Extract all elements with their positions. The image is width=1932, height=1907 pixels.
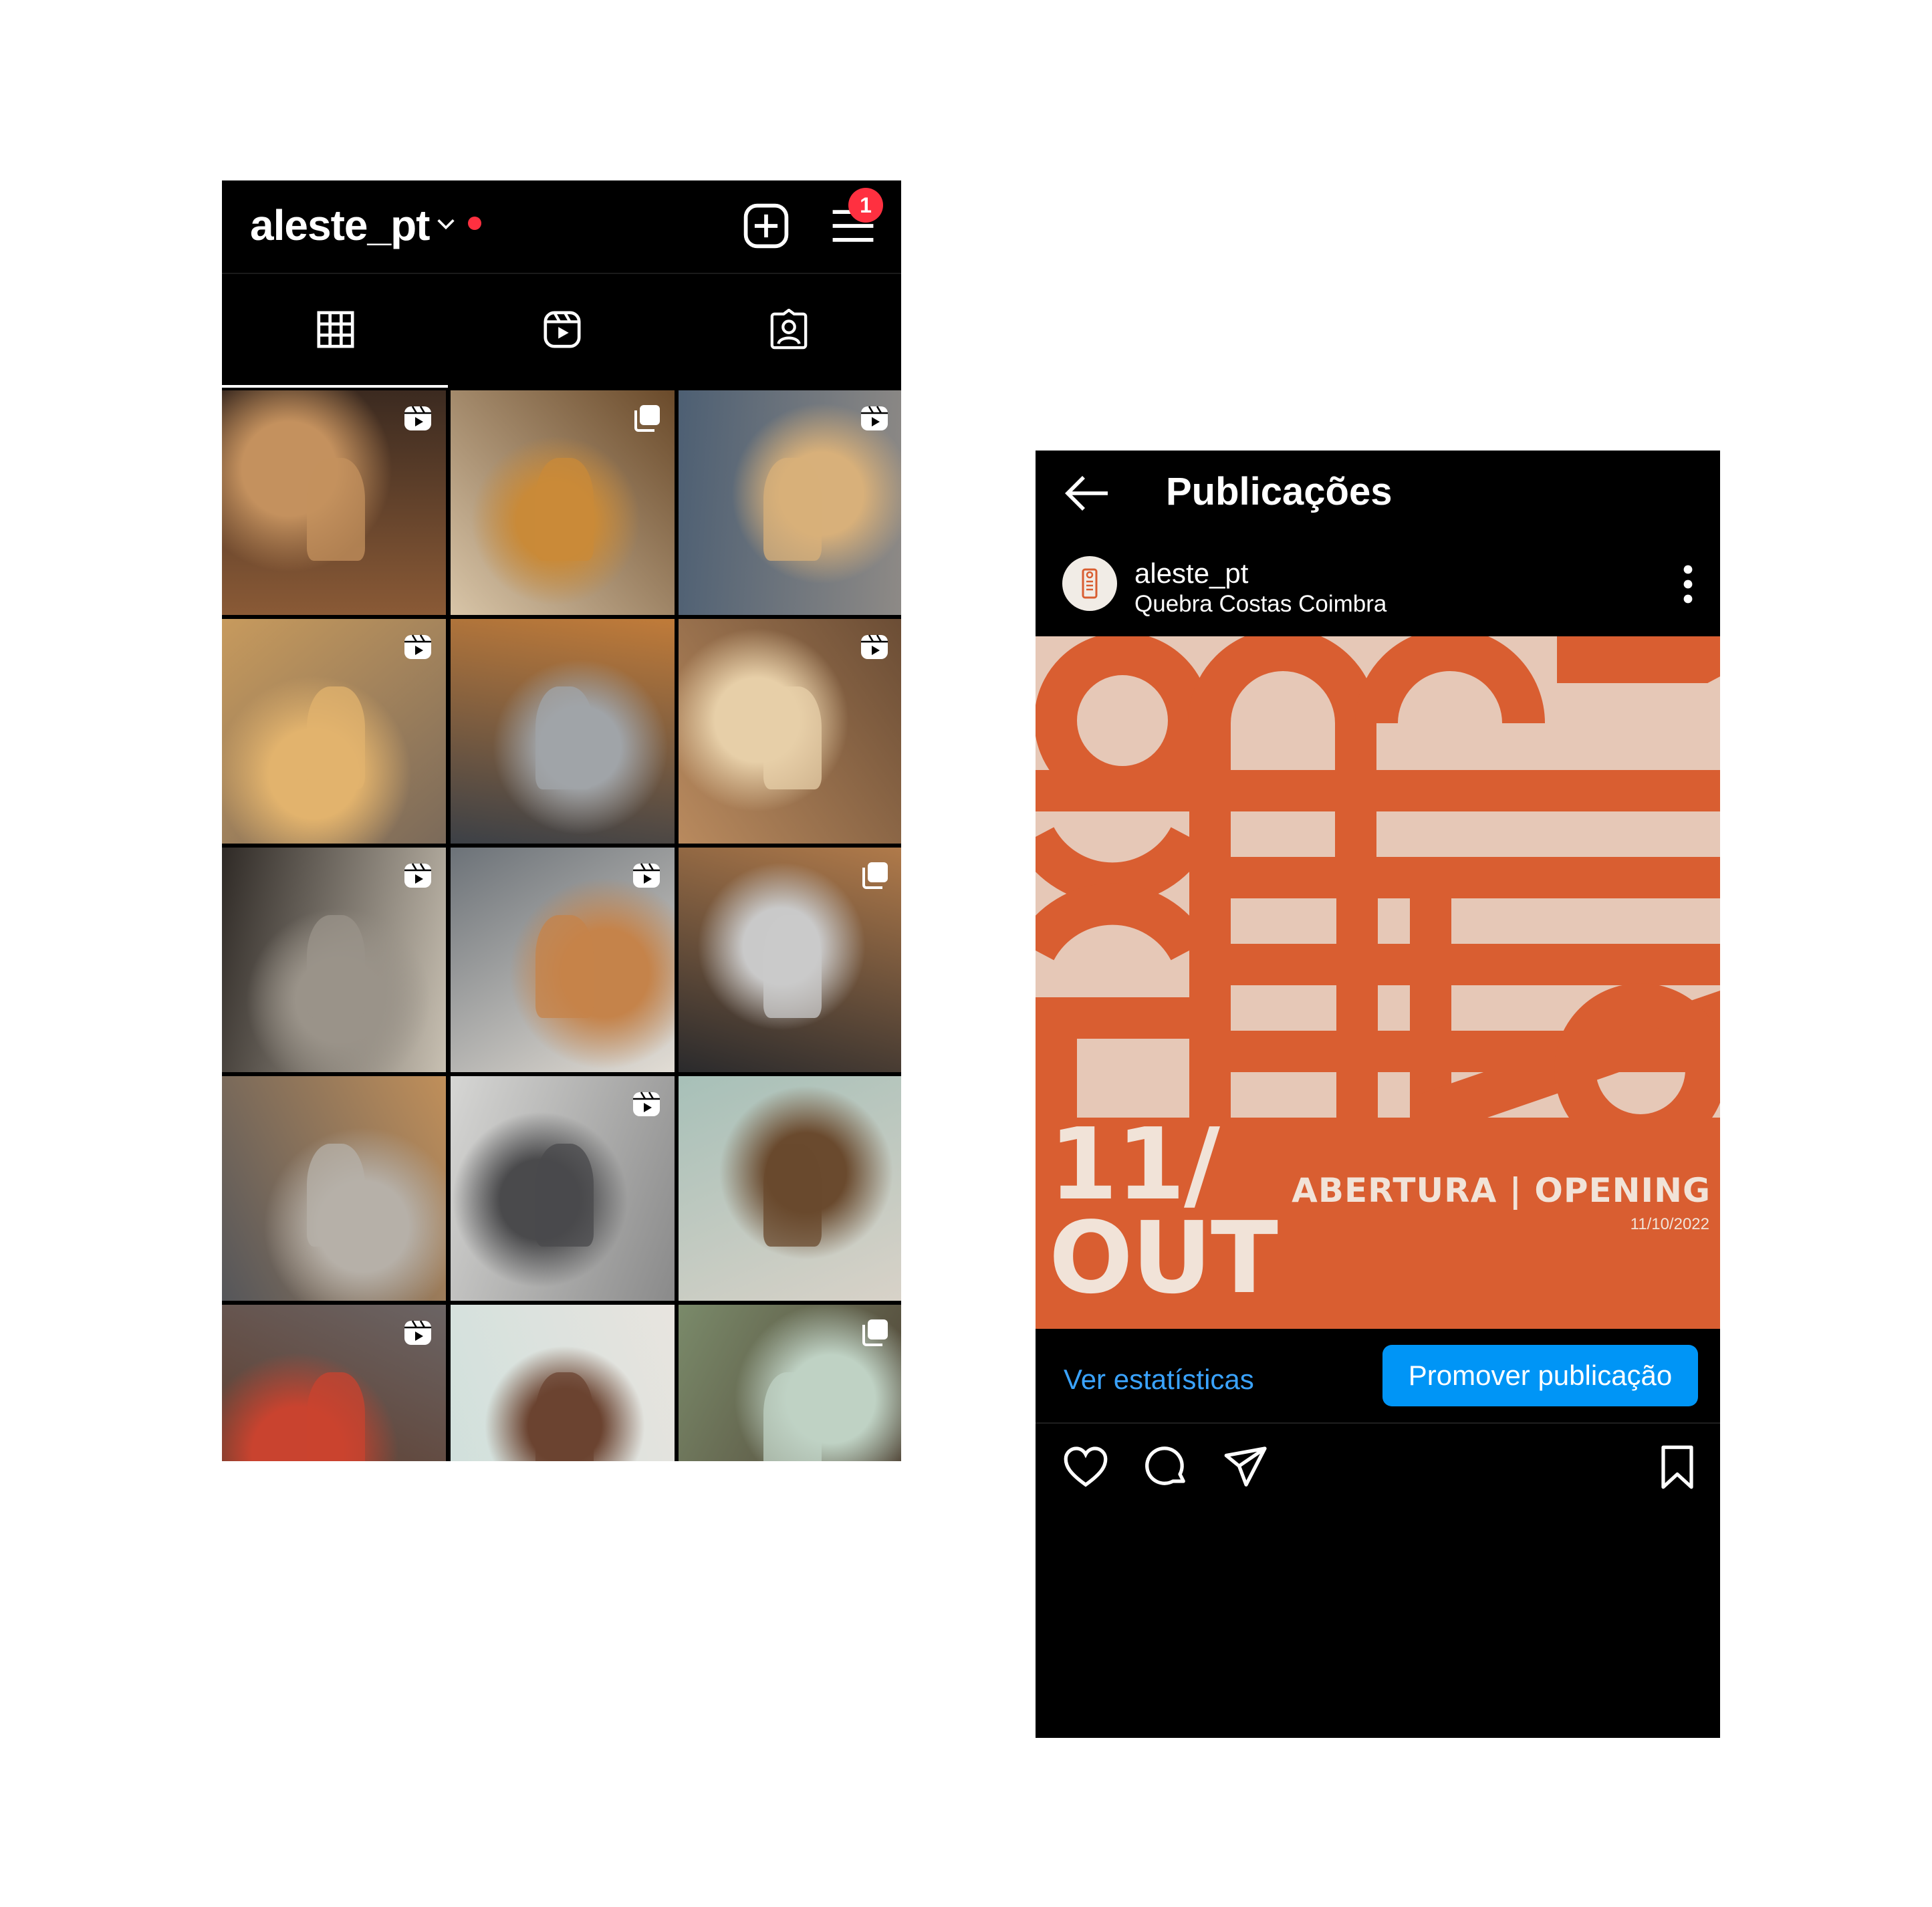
profile-header: aleste_pt 1 bbox=[222, 180, 901, 274]
poster-date: 11/ OUT bbox=[1049, 1107, 1278, 1315]
grid-post[interactable] bbox=[450, 1076, 675, 1301]
post-author-row: aleste_pt Quebra Costas Coimbra bbox=[1036, 537, 1720, 618]
grid-post[interactable] bbox=[679, 619, 901, 844]
photo-subject bbox=[535, 457, 594, 561]
notification-badge: 1 bbox=[848, 188, 883, 223]
grid-post[interactable] bbox=[222, 1076, 446, 1301]
photo-subject bbox=[307, 1143, 366, 1247]
grid-icon bbox=[317, 311, 354, 348]
chevron-down-icon[interactable] bbox=[435, 213, 457, 235]
unread-dot bbox=[468, 217, 481, 230]
photo-subject bbox=[763, 1143, 822, 1247]
poster-date-day: 11/ bbox=[1049, 1107, 1220, 1222]
post-image[interactable]: 11/ OUT ABERTURA | OPENING 11/10/2022 bbox=[1036, 636, 1720, 1329]
comment-icon[interactable] bbox=[1142, 1444, 1189, 1491]
new-post-icon[interactable] bbox=[741, 201, 792, 251]
back-arrow-icon[interactable] bbox=[1062, 473, 1110, 513]
photo-subject bbox=[307, 914, 366, 1019]
grid-post[interactable] bbox=[450, 848, 675, 1072]
post-header: Publicações bbox=[1036, 451, 1720, 535]
grid-post[interactable] bbox=[450, 390, 675, 615]
tab-tagged[interactable] bbox=[675, 274, 901, 388]
post-promo-row: Ver estatísticas Promover publicação bbox=[1036, 1329, 1720, 1424]
share-icon[interactable] bbox=[1223, 1444, 1270, 1491]
photo-subject bbox=[763, 457, 822, 561]
grid-post[interactable] bbox=[222, 848, 446, 1072]
poster-tagline: ABERTURA | OPENING bbox=[1292, 1171, 1711, 1210]
grid-post[interactable] bbox=[450, 1305, 675, 1461]
poster-date-month: OUT bbox=[1049, 1200, 1278, 1315]
tab-reels[interactable] bbox=[449, 274, 675, 388]
posts-grid bbox=[222, 390, 901, 1461]
brand-logo-icon bbox=[1082, 568, 1098, 599]
carousel-icon bbox=[862, 1319, 888, 1346]
reels-icon bbox=[404, 634, 431, 659]
photo-subject bbox=[307, 457, 366, 561]
heart-icon[interactable] bbox=[1062, 1444, 1109, 1491]
reels-icon bbox=[404, 1320, 431, 1345]
more-options-icon[interactable] bbox=[1681, 564, 1695, 604]
reels-icon bbox=[632, 1092, 660, 1116]
reels-icon bbox=[632, 863, 660, 888]
profile-screen: aleste_pt 1 bbox=[222, 180, 901, 1461]
promote-post-button[interactable]: Promover publicação bbox=[1382, 1345, 1698, 1406]
post-screen: Publicações aleste_pt Quebra Costas Coim… bbox=[1036, 451, 1720, 1738]
carousel-icon bbox=[862, 862, 888, 889]
grid-post[interactable] bbox=[679, 848, 901, 1072]
view-insights-link[interactable]: Ver estatísticas bbox=[1064, 1364, 1254, 1396]
poster-band bbox=[1229, 1031, 1720, 1072]
poster-cut bbox=[1557, 683, 1720, 770]
grid-post[interactable] bbox=[450, 619, 675, 844]
tab-posts-grid[interactable] bbox=[222, 274, 448, 388]
photo-subject bbox=[763, 686, 822, 790]
grid-post[interactable] bbox=[679, 1076, 901, 1301]
post-author-name[interactable]: aleste_pt bbox=[1134, 557, 1248, 590]
poster-band bbox=[1229, 857, 1720, 898]
poster-band bbox=[1229, 944, 1720, 985]
grid-post[interactable] bbox=[222, 1305, 446, 1461]
photo-subject bbox=[535, 1143, 594, 1247]
photo-subject bbox=[535, 914, 594, 1019]
carousel-icon bbox=[634, 405, 660, 432]
active-tab-indicator bbox=[222, 385, 448, 388]
reels-icon bbox=[404, 406, 431, 430]
grid-post[interactable] bbox=[222, 390, 446, 615]
poster-full-date: 11/10/2022 bbox=[1630, 1215, 1709, 1233]
reels-icon bbox=[544, 311, 581, 348]
profile-tabs bbox=[222, 274, 901, 388]
photo-subject bbox=[535, 686, 594, 790]
photo-subject bbox=[307, 1372, 366, 1461]
avatar[interactable] bbox=[1062, 556, 1117, 611]
poster-band bbox=[1036, 770, 1720, 811]
grid-post[interactable] bbox=[679, 1305, 901, 1461]
reels-icon bbox=[861, 406, 888, 430]
profile-username[interactable]: aleste_pt bbox=[250, 201, 430, 250]
photo-subject bbox=[535, 1372, 594, 1461]
grid-post[interactable] bbox=[679, 390, 901, 615]
photo-subject bbox=[763, 1372, 822, 1461]
grid-post[interactable] bbox=[222, 619, 446, 844]
photo-subject bbox=[307, 686, 366, 790]
tagged-user-icon bbox=[770, 309, 808, 350]
bookmark-icon[interactable] bbox=[1654, 1444, 1701, 1491]
photo-subject bbox=[763, 914, 822, 1019]
post-location[interactable]: Quebra Costas Coimbra bbox=[1134, 591, 1386, 618]
reels-icon bbox=[861, 634, 888, 659]
page-title: Publicações bbox=[1166, 470, 1393, 513]
reels-icon bbox=[404, 863, 431, 888]
poster-stem bbox=[1410, 897, 1451, 1118]
